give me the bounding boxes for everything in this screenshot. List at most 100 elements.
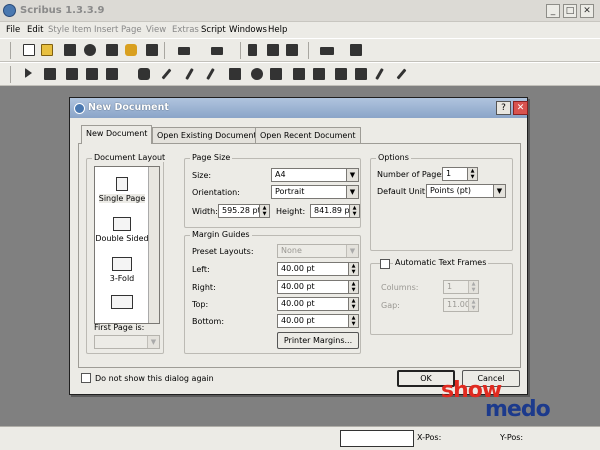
dialog-close-button[interactable]: ✕ — [513, 101, 528, 115]
save-icon[interactable] — [64, 44, 76, 56]
tab-open-recent[interactable]: Open Recent Document — [255, 127, 361, 143]
dont-show-checkbox[interactable] — [81, 373, 91, 383]
menu-edit[interactable]: Edit — [27, 25, 43, 35]
layout-list[interactable]: Single Page Double Sided 3-Fold — [94, 166, 160, 324]
rotate-icon[interactable] — [229, 68, 241, 80]
single-page-icon — [116, 177, 128, 191]
size-select[interactable]: A4 ▼ — [271, 168, 359, 182]
undo-icon[interactable] — [178, 47, 190, 55]
close-document-icon[interactable] — [84, 44, 96, 56]
paste-icon[interactable] — [286, 44, 298, 56]
auto-text-frames-title: Automatic Text Frames — [393, 258, 489, 267]
menu-file[interactable]: File — [6, 25, 20, 35]
spinner-icon[interactable]: ▲ ▼ — [259, 205, 269, 217]
number-of-pages-field[interactable]: 1 ▲ ▼ — [442, 167, 478, 181]
link-frames-icon[interactable] — [293, 68, 305, 80]
left-margin-field[interactable]: 40.00 pt ▲ ▼ — [277, 262, 359, 276]
orientation-select[interactable]: Portrait ▼ — [271, 185, 359, 199]
spinner-icon[interactable]: ▲ ▼ — [467, 168, 477, 180]
text-frame-icon[interactable] — [44, 68, 56, 80]
window-close-button[interactable]: ✕ — [580, 4, 594, 18]
left-margin-label: Left: — [192, 265, 210, 274]
render-frame-icon[interactable] — [86, 68, 98, 80]
select-arrow-icon[interactable] — [25, 68, 32, 78]
menu-view[interactable]: View — [146, 25, 166, 35]
pen-icon[interactable] — [396, 68, 407, 80]
layout-single-page-label: Single Page — [98, 194, 146, 203]
export-pdf-icon[interactable] — [146, 44, 158, 56]
chevron-down-icon: ▼ — [346, 245, 358, 257]
bottom-margin-label: Bottom: — [192, 317, 225, 326]
spinner-icon[interactable]: ▲ ▼ — [349, 205, 359, 217]
default-unit-select[interactable]: Points (pt) ▼ — [426, 184, 506, 198]
menu-style[interactable]: Style — [48, 25, 69, 35]
menu-item[interactable]: Item — [72, 25, 91, 35]
redo-icon[interactable] — [211, 47, 223, 55]
top-margin-field[interactable]: 40.00 pt ▲ ▼ — [277, 297, 359, 311]
menu-help[interactable]: Help — [268, 25, 287, 35]
size-label: Size: — [192, 171, 212, 180]
layout-4-fold[interactable] — [95, 295, 149, 312]
new-document-icon[interactable] — [23, 44, 35, 56]
right-margin-field[interactable]: 40.00 pt ▲ ▼ — [277, 280, 359, 294]
watermark-logo-medo: medo — [485, 397, 551, 422]
image-frame-icon[interactable] — [66, 68, 78, 80]
table-icon[interactable] — [106, 68, 118, 80]
x-position-field[interactable] — [340, 430, 414, 447]
chevron-down-icon: ▼ — [493, 185, 505, 197]
layout-list-scrollbar[interactable] — [148, 167, 159, 323]
preflight-icon[interactable] — [125, 44, 137, 56]
number-of-pages-label: Number of Pages: — [377, 170, 449, 179]
zoom-icon[interactable] — [251, 68, 263, 80]
y-position-label: Y-Pos: — [500, 433, 524, 442]
bezier-icon[interactable] — [206, 68, 215, 80]
menu-extras[interactable]: Extras — [172, 25, 199, 35]
layout-double-sided[interactable]: Double Sided — [95, 217, 149, 243]
line-icon[interactable] — [185, 68, 194, 80]
shape-icon[interactable] — [138, 68, 150, 80]
spinner-icon[interactable]: ▲ ▼ — [348, 281, 358, 293]
auto-text-frames-checkbox[interactable] — [380, 259, 390, 269]
polygon-icon[interactable] — [161, 68, 172, 80]
maximize-button[interactable]: □ — [563, 4, 577, 18]
width-field[interactable]: 595.28 pt ▲ ▼ — [218, 204, 270, 218]
page-size-title: Page Size — [190, 153, 233, 162]
eyedropper-icon[interactable] — [375, 68, 384, 80]
menu-page[interactable]: Page — [121, 25, 142, 35]
document-layout-title: Document Layout — [92, 153, 168, 162]
chevron-down-icon: ▼ — [147, 336, 159, 348]
bottom-margin-field[interactable]: 40.00 pt ▲ ▼ — [277, 314, 359, 328]
main-toolbar — [0, 38, 600, 62]
gap-label: Gap: — [381, 301, 400, 310]
measure-icon[interactable] — [335, 68, 347, 80]
spinner-icon[interactable]: ▲ ▼ — [348, 298, 358, 310]
copy-icon[interactable] — [267, 44, 279, 56]
preset-layouts-label: Preset Layouts: — [192, 247, 254, 256]
layout-icon[interactable] — [320, 47, 334, 55]
open-folder-icon[interactable] — [41, 44, 53, 56]
printer-margins-button[interactable]: Printer Margins... — [277, 332, 359, 349]
tab-open-existing[interactable]: Open Existing Document — [152, 127, 262, 143]
spinner-icon[interactable]: ▲ ▼ — [348, 315, 358, 327]
layout-3-fold[interactable]: 3-Fold — [95, 257, 149, 283]
copy-properties-icon[interactable] — [355, 68, 367, 80]
tab-new-document[interactable]: New Document — [81, 125, 153, 144]
print-icon[interactable] — [106, 44, 118, 56]
menu-insert[interactable]: Insert — [94, 25, 118, 35]
height-field[interactable]: 841.89 pt ▲ ▼ — [310, 204, 360, 218]
page-icon[interactable] — [350, 44, 362, 56]
unlink-frames-icon[interactable] — [313, 68, 325, 80]
cut-icon[interactable] — [248, 44, 257, 56]
dialog-help-button[interactable]: ? — [496, 101, 511, 115]
options-title: Options — [376, 153, 411, 162]
layout-single-page[interactable]: Single Page — [95, 177, 149, 203]
edit-contents-icon[interactable] — [270, 68, 282, 80]
columns-label: Columns: — [381, 283, 419, 292]
minimize-button[interactable]: _ — [546, 4, 560, 18]
menu-script[interactable]: Script — [201, 25, 226, 35]
app-title: Scribus 1.3.3.9 — [20, 5, 105, 16]
spinner-icon[interactable]: ▲ ▼ — [348, 263, 358, 275]
menu-windows[interactable]: Windows — [229, 25, 267, 35]
margin-guides-title: Margin Guides — [190, 230, 252, 239]
first-page-select: ▼ — [94, 335, 160, 349]
